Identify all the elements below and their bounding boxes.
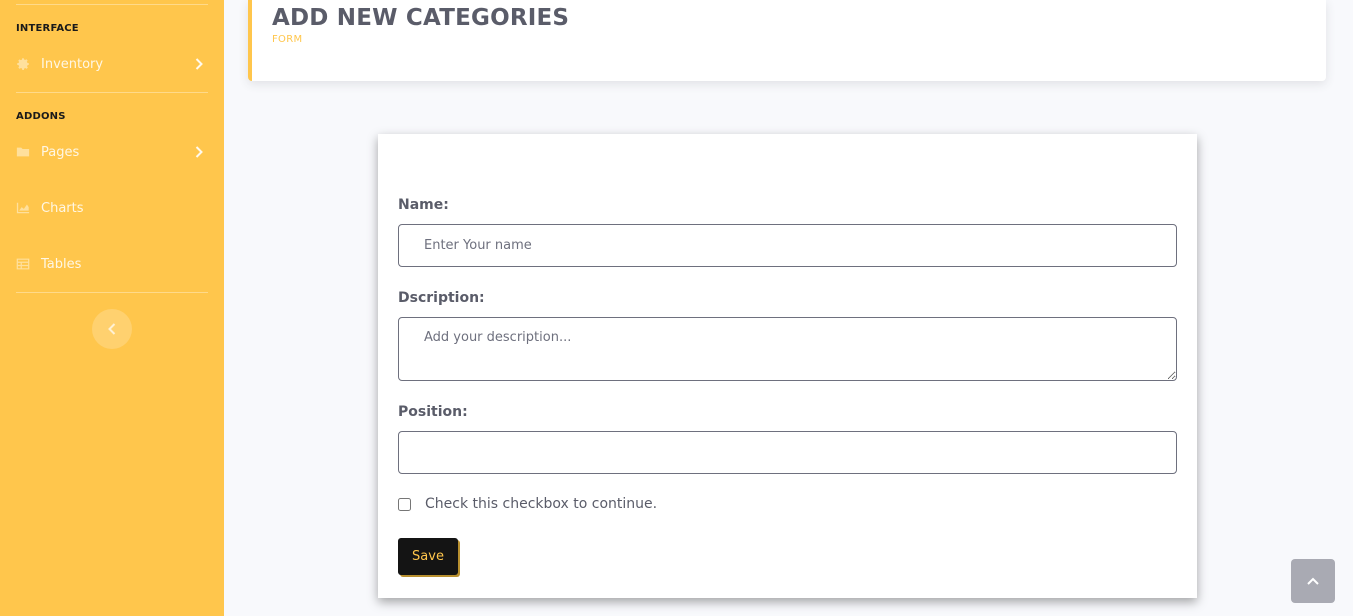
sidebar-item-tables[interactable]: Tables bbox=[16, 252, 208, 276]
checkbox-label: Check this checkbox to continue. bbox=[425, 496, 658, 512]
sidebar-item-label: Inventory bbox=[41, 56, 104, 72]
sidebar-item-inventory[interactable]: Inventory bbox=[16, 52, 208, 76]
chevron-left-icon bbox=[108, 323, 116, 335]
sidebar-item-label: Pages bbox=[41, 144, 80, 160]
sidebar-item-pages[interactable]: Pages bbox=[16, 140, 208, 164]
page-header: ADD NEW CATEGORIES FORM bbox=[248, 0, 1326, 81]
sidebar-item-charts[interactable]: Charts bbox=[16, 196, 208, 220]
continue-checkbox[interactable] bbox=[398, 498, 411, 511]
chevron-up-icon bbox=[1307, 577, 1319, 585]
gear-icon bbox=[16, 57, 30, 71]
sidebar-divider bbox=[16, 92, 208, 93]
sidebar-item-label: Charts bbox=[41, 200, 84, 216]
scroll-to-top-button[interactable] bbox=[1291, 559, 1335, 603]
chart-area-icon bbox=[16, 201, 30, 215]
category-form: Name: Dscription: Position: Check this c… bbox=[378, 134, 1197, 598]
chevron-right-icon bbox=[194, 57, 204, 71]
sidebar-item-label: Tables bbox=[41, 256, 82, 272]
sidebar-heading-interface: INTERFACE bbox=[16, 23, 79, 34]
folder-icon bbox=[16, 145, 30, 159]
sidebar: INTERFACE Inventory ADDONS Pages Charts … bbox=[0, 0, 224, 616]
name-input[interactable] bbox=[398, 224, 1177, 267]
page-subtitle: FORM bbox=[272, 34, 303, 45]
save-button[interactable]: Save bbox=[398, 538, 458, 575]
table-icon bbox=[16, 257, 30, 271]
description-label: Dscription: bbox=[398, 290, 485, 306]
sidebar-divider bbox=[16, 4, 208, 5]
page-title: ADD NEW CATEGORIES bbox=[272, 5, 570, 31]
description-textarea[interactable] bbox=[398, 317, 1177, 381]
chevron-right-icon bbox=[194, 145, 204, 159]
sidebar-heading-addons: ADDONS bbox=[16, 111, 66, 122]
sidebar-toggle-button[interactable] bbox=[92, 309, 132, 349]
sidebar-divider bbox=[16, 292, 208, 293]
position-input[interactable] bbox=[398, 431, 1177, 474]
position-label: Position: bbox=[398, 404, 468, 420]
name-label: Name: bbox=[398, 197, 449, 213]
